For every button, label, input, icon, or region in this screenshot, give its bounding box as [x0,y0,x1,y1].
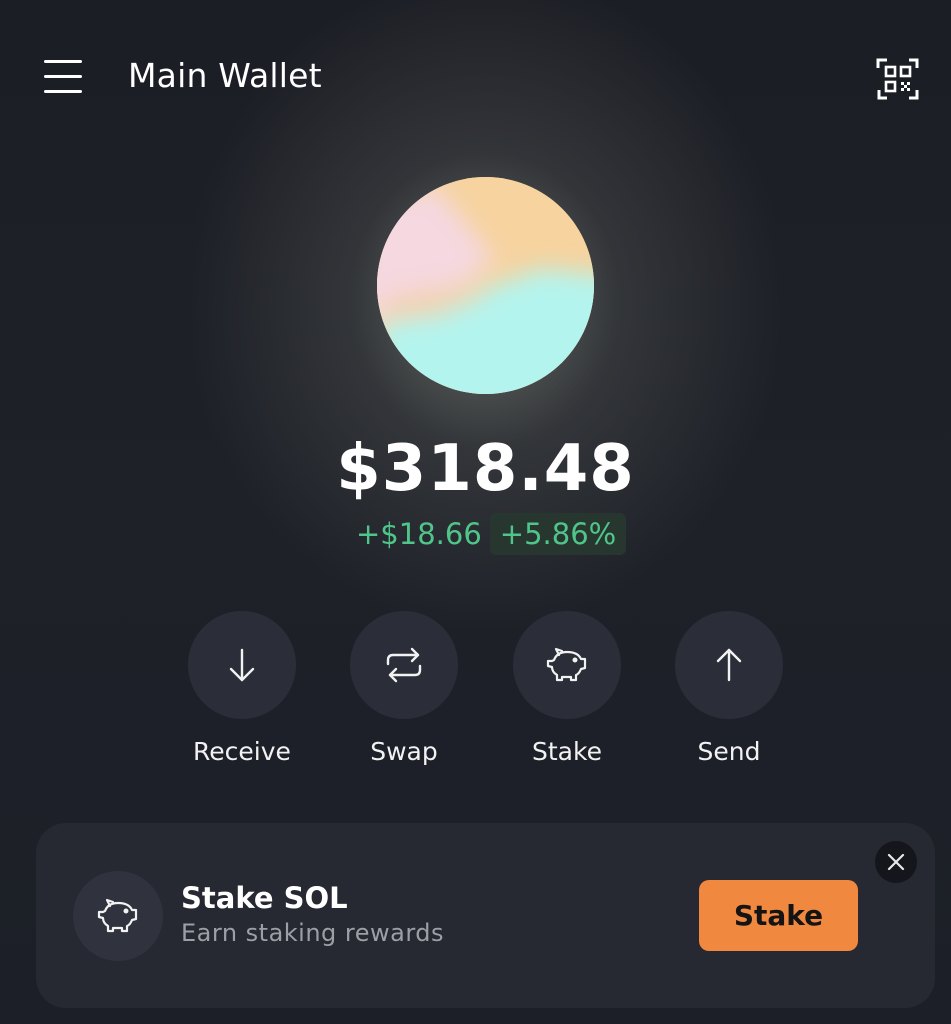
swap-label: Swap [370,737,438,766]
send-label: Send [697,737,761,766]
hamburger-menu-icon[interactable] [40,55,86,99]
balance-change-percent: +5.86% [489,513,627,555]
receive-button[interactable] [188,611,296,719]
wallet-title[interactable]: Main Wallet [128,56,322,95]
balance-change: +$18.66 +5.86% [352,512,627,556]
swap-arrows-icon [386,647,422,683]
stake-label: Stake [532,737,602,766]
arrow-down-icon [229,648,255,682]
send-button[interactable] [675,611,783,719]
close-icon[interactable] [875,841,917,883]
balance-change-amount: +$18.66 [356,517,482,551]
arrow-up-icon [716,648,742,682]
promo-icon-circle [73,871,163,961]
send-action[interactable]: Send [674,611,784,766]
promo-title: Stake SOL [181,881,348,915]
wallet-avatar[interactable] [377,177,594,394]
total-balance: $318.48 [336,432,635,506]
piggy-bank-icon [97,898,138,933]
promo-subtitle: Earn staking rewards [181,919,445,947]
piggy-bank-icon [546,647,587,682]
stake-promo-card[interactable]: Stake SOL Earn staking rewards Stake [36,823,935,1008]
qr-scan-icon[interactable] [876,57,920,101]
stake-action[interactable]: Stake [512,611,622,766]
promo-stake-button[interactable]: Stake [699,880,858,951]
swap-action[interactable]: Swap [349,611,459,766]
receive-action[interactable]: Receive [187,611,297,766]
wallet-home-screen: Main Wallet $318.48 +$18.66 +5.86% Recei… [0,0,951,1024]
stake-button[interactable] [513,611,621,719]
swap-button[interactable] [350,611,458,719]
receive-label: Receive [193,737,291,766]
